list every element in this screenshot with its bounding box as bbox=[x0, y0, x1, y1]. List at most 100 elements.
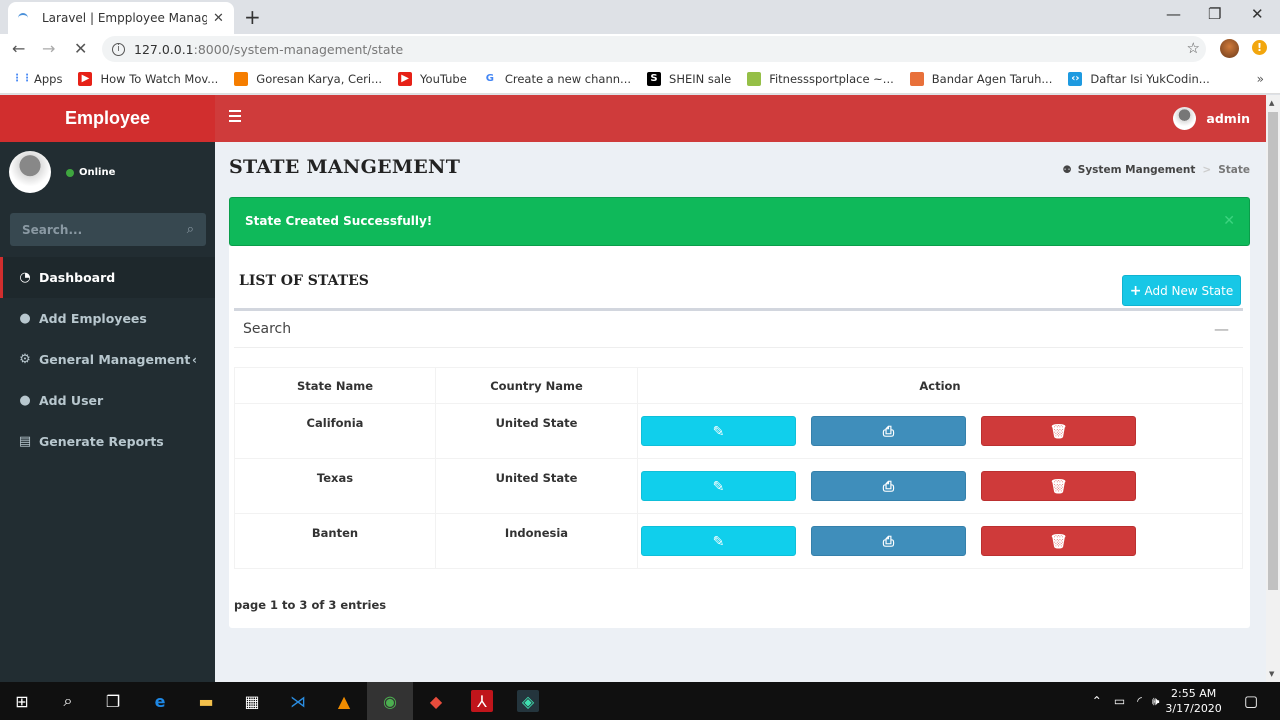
web-page: Employee Online ⌕ ◔ Dashboard ● Add Empl… bbox=[0, 95, 1266, 682]
store-icon[interactable]: ▦ bbox=[241, 690, 263, 712]
gear-icon: ⚙ bbox=[19, 352, 31, 367]
edit-button[interactable]: ✎ bbox=[641, 526, 796, 556]
sidebar-menu: ◔ Dashboard ● Add Employees ⚙ General Ma… bbox=[0, 257, 215, 462]
print-button[interactable]: ⎙ bbox=[811, 526, 966, 556]
state-name-cell: Banten bbox=[234, 513, 436, 569]
menu-toggle-icon[interactable] bbox=[229, 110, 241, 125]
page-scrollbar[interactable]: ▲ ▼ bbox=[1266, 95, 1280, 682]
clock[interactable]: 2:55 AM 3/17/2020 bbox=[1165, 686, 1221, 716]
delete-button[interactable]: 🗑 bbox=[981, 471, 1136, 501]
file-explorer-icon[interactable]: ▬ bbox=[195, 690, 217, 712]
edit-button[interactable]: ✎ bbox=[641, 471, 796, 501]
breadcrumb-link[interactable]: System Mangement bbox=[1078, 164, 1196, 176]
bookmark-label: Apps bbox=[34, 71, 63, 86]
states-box: LIST OF STATES + Add New State Search — S… bbox=[229, 246, 1250, 628]
table-row: Banten Indonesia ✎ ⎙ 🗑 bbox=[234, 513, 1243, 569]
box-title: LIST OF STATES bbox=[239, 273, 369, 289]
search-icon[interactable]: ⌕ bbox=[57, 690, 79, 712]
alert-icon[interactable]: ! bbox=[1252, 40, 1267, 55]
shopify-icon bbox=[747, 71, 762, 86]
edge-icon[interactable]: e bbox=[149, 690, 171, 712]
windows-taskbar: ⊞ ⌕ ❐ e ▬ ▦ ⋊ ▲ ◉ ◆ ⅄ ◈ ⌃ ▭ ◜ 🕪 2:55 AM … bbox=[0, 682, 1280, 720]
vlc-icon[interactable]: ▲ bbox=[333, 690, 355, 712]
bookmark-item[interactable]: ▶ YouTube bbox=[398, 71, 467, 86]
acrobat-icon[interactable]: ⅄ bbox=[471, 690, 493, 712]
sidebar-item-dashboard[interactable]: ◔ Dashboard bbox=[0, 257, 215, 298]
bookmark-item[interactable]: Fitnesssportplace ~... bbox=[747, 71, 894, 86]
more-bookmarks-button[interactable]: » bbox=[1257, 72, 1264, 86]
bookmark-item[interactable]: ‹› Daftar Isi YukCodin... bbox=[1068, 71, 1210, 86]
close-tab-icon[interactable]: ✕ bbox=[213, 11, 224, 26]
git-icon[interactable]: ◆ bbox=[425, 690, 447, 712]
bookmark-star-icon[interactable]: ☆ bbox=[1187, 39, 1200, 57]
search-panel-header[interactable]: Search — bbox=[234, 308, 1243, 348]
collapse-icon[interactable]: — bbox=[1214, 320, 1229, 338]
close-icon[interactable]: ✕ bbox=[1223, 198, 1235, 245]
scroll-up-icon[interactable]: ▲ bbox=[1269, 99, 1274, 107]
delete-button[interactable]: 🗑 bbox=[981, 526, 1136, 556]
table-header-row: State Name Country Name Action bbox=[234, 367, 1243, 404]
windows-start-icon[interactable]: ⊞ bbox=[11, 690, 33, 712]
sidebar-item-label: Generate Reports bbox=[39, 434, 164, 449]
wifi-icon[interactable]: ◜ bbox=[1137, 694, 1142, 708]
country-name-cell: United State bbox=[435, 458, 638, 514]
column-header-state: State Name bbox=[234, 367, 436, 404]
user-menu[interactable]: admin bbox=[1173, 107, 1250, 130]
restore-button[interactable]: ❐ bbox=[1208, 5, 1221, 23]
bookmark-item[interactable]: G Create a new chann... bbox=[482, 71, 631, 86]
stop-loading-button[interactable]: ✕ bbox=[74, 39, 87, 58]
filmora-icon[interactable]: ◈ bbox=[517, 690, 539, 712]
search-icon[interactable]: ⌕ bbox=[187, 222, 194, 237]
print-icon: ⎙ bbox=[882, 424, 895, 440]
code-icon: ‹› bbox=[1068, 71, 1083, 86]
task-view-icon[interactable]: ❐ bbox=[102, 690, 124, 712]
volume-icon[interactable]: 🕪 bbox=[1152, 694, 1160, 709]
show-hidden-icons-icon[interactable]: ⌃ bbox=[1092, 694, 1102, 708]
app-logo[interactable]: Employee bbox=[0, 95, 215, 142]
bookmark-item[interactable]: S SHEIN sale bbox=[647, 71, 731, 86]
back-button[interactable]: ← bbox=[12, 39, 25, 58]
sidebar-item-add-employees[interactable]: ● Add Employees bbox=[0, 298, 215, 339]
chrome-icon[interactable]: ◉ bbox=[379, 690, 401, 712]
bookmarks-bar: ⋮⋮ Apps ▶ How To Watch Mov... Goresan Karya,… bbox=[0, 64, 1280, 94]
minimize-button[interactable]: — bbox=[1166, 5, 1181, 23]
browser-tab[interactable]: Laravel | Empployee Management ✕ bbox=[8, 2, 234, 34]
breadcrumb-current: State bbox=[1218, 164, 1250, 176]
bookmark-item[interactable]: Bandar Agen Taruh... bbox=[909, 71, 1053, 86]
sidebar-item-general-management[interactable]: ⚙ General Management ‹ bbox=[0, 339, 215, 380]
column-header-country: Country Name bbox=[435, 367, 638, 404]
info-icon[interactable]: i bbox=[112, 42, 125, 56]
blogger-icon bbox=[234, 71, 249, 86]
sidebar-item-add-user[interactable]: ● Add User bbox=[0, 380, 215, 421]
shein-icon: S bbox=[647, 71, 662, 86]
online-dot-icon bbox=[66, 168, 74, 177]
sidebar-item-generate-reports[interactable]: ▤ Generate Reports bbox=[0, 421, 215, 462]
bookmark-label: Bandar Agen Taruh... bbox=[931, 71, 1053, 86]
youtube-icon: ▶ bbox=[78, 71, 93, 86]
bookmark-item[interactable]: ⋮⋮ Apps bbox=[12, 72, 62, 86]
notifications-icon[interactable]: ▢ bbox=[1244, 692, 1258, 710]
scrollbar-thumb[interactable] bbox=[1268, 112, 1278, 590]
sidebar-search-input[interactable] bbox=[22, 222, 162, 237]
forward-button[interactable]: → bbox=[42, 39, 55, 58]
delete-button[interactable]: 🗑 bbox=[981, 416, 1136, 446]
book-icon: ▤ bbox=[18, 434, 32, 449]
scroll-down-icon[interactable]: ▼ bbox=[1269, 670, 1274, 678]
bookmark-item[interactable]: Goresan Karya, Ceri... bbox=[234, 71, 383, 86]
profile-avatar[interactable] bbox=[1220, 39, 1239, 58]
bookmark-item[interactable]: ▶ How To Watch Mov... bbox=[78, 71, 218, 86]
address-bar[interactable]: i 127.0.0.1:8000/system-management/state… bbox=[102, 36, 1206, 62]
print-button[interactable]: ⎙ bbox=[811, 416, 966, 446]
user-avatar bbox=[9, 151, 51, 193]
edit-button[interactable]: ✎ bbox=[641, 416, 796, 446]
new-tab-button[interactable]: + bbox=[244, 5, 261, 29]
bookmark-label: Goresan Karya, Ceri... bbox=[256, 71, 383, 86]
print-button[interactable]: ⎙ bbox=[811, 471, 966, 501]
user-icon: ● bbox=[19, 393, 31, 408]
table-row: Califonia United State ✎ ⎙ 🗑 bbox=[234, 403, 1243, 459]
add-new-state-button[interactable]: + Add New State bbox=[1122, 275, 1241, 306]
battery-icon[interactable]: ▭ bbox=[1114, 694, 1125, 708]
avatar bbox=[1173, 107, 1197, 130]
vscode-icon[interactable]: ⋊ bbox=[287, 690, 309, 712]
close-window-button[interactable]: ✕ bbox=[1251, 5, 1264, 23]
